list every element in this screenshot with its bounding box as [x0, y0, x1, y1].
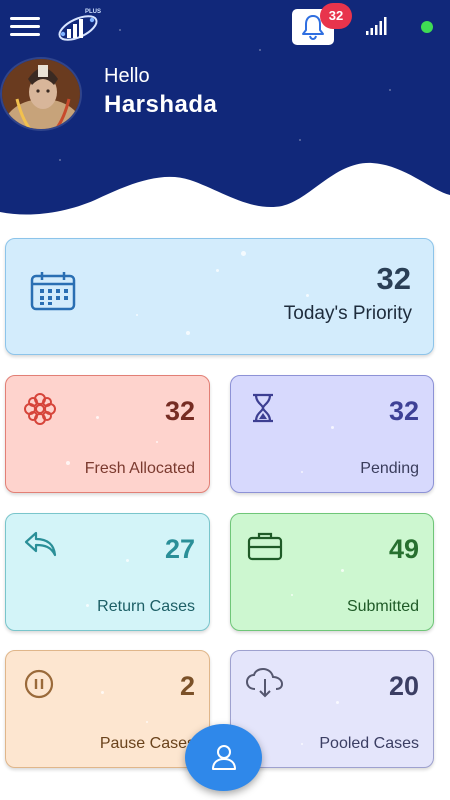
- cloud-download-icon: [245, 667, 284, 698]
- fresh-allocated-card[interactable]: 32 Fresh Allocated: [5, 375, 210, 493]
- return-cases-count: 27: [164, 534, 195, 564]
- return-cases-label: Return Cases: [97, 598, 195, 615]
- submitted-count: 49: [388, 534, 419, 564]
- pending-card[interactable]: 32 Pending: [230, 375, 434, 493]
- pooled-cases-label: Pooled Cases: [319, 735, 419, 752]
- submitted-label: Submitted: [346, 598, 419, 615]
- notification-count-badge: 32: [320, 3, 352, 29]
- avatar[interactable]: [0, 57, 82, 131]
- pause-cases-card[interactable]: 2 Pause Cases: [5, 650, 210, 768]
- calendar-icon: [30, 272, 76, 311]
- online-status-dot: [421, 21, 433, 33]
- return-cases-card[interactable]: 27 Return Cases: [5, 513, 210, 631]
- pending-label: Pending: [360, 460, 419, 477]
- pause-circle-icon: [24, 669, 54, 699]
- todays-priority-label: Today's Priority: [283, 303, 412, 324]
- pending-count: 32: [388, 396, 419, 426]
- fresh-allocated-count: 32: [164, 396, 195, 426]
- flower-icon: [24, 393, 56, 425]
- todays-priority-count: 32: [376, 261, 411, 296]
- pause-cases-count: 2: [179, 671, 195, 701]
- pause-cases-label: Pause Cases: [99, 735, 195, 752]
- reply-arrow-icon: [24, 531, 57, 557]
- submitted-card[interactable]: 49 Submitted: [230, 513, 434, 631]
- logo-text: PLUS: [85, 9, 102, 15]
- hourglass-icon: [253, 393, 273, 423]
- pooled-cases-count: 20: [388, 671, 419, 701]
- todays-priority-card[interactable]: 32 Today's Priority: [5, 238, 434, 355]
- briefcase-icon: [247, 532, 283, 561]
- user-name: Harshada: [104, 91, 218, 118]
- header: PLUS 32 Hello Harshada: [0, 0, 450, 225]
- profile-fab-button[interactable]: [185, 724, 262, 791]
- fresh-allocated-label: Fresh Allocated: [84, 460, 195, 477]
- hamburger-menu-icon[interactable]: [10, 17, 40, 37]
- user-icon: [212, 745, 236, 770]
- greeting-text: Hello: [104, 65, 150, 87]
- signal-strength-icon: [366, 17, 387, 35]
